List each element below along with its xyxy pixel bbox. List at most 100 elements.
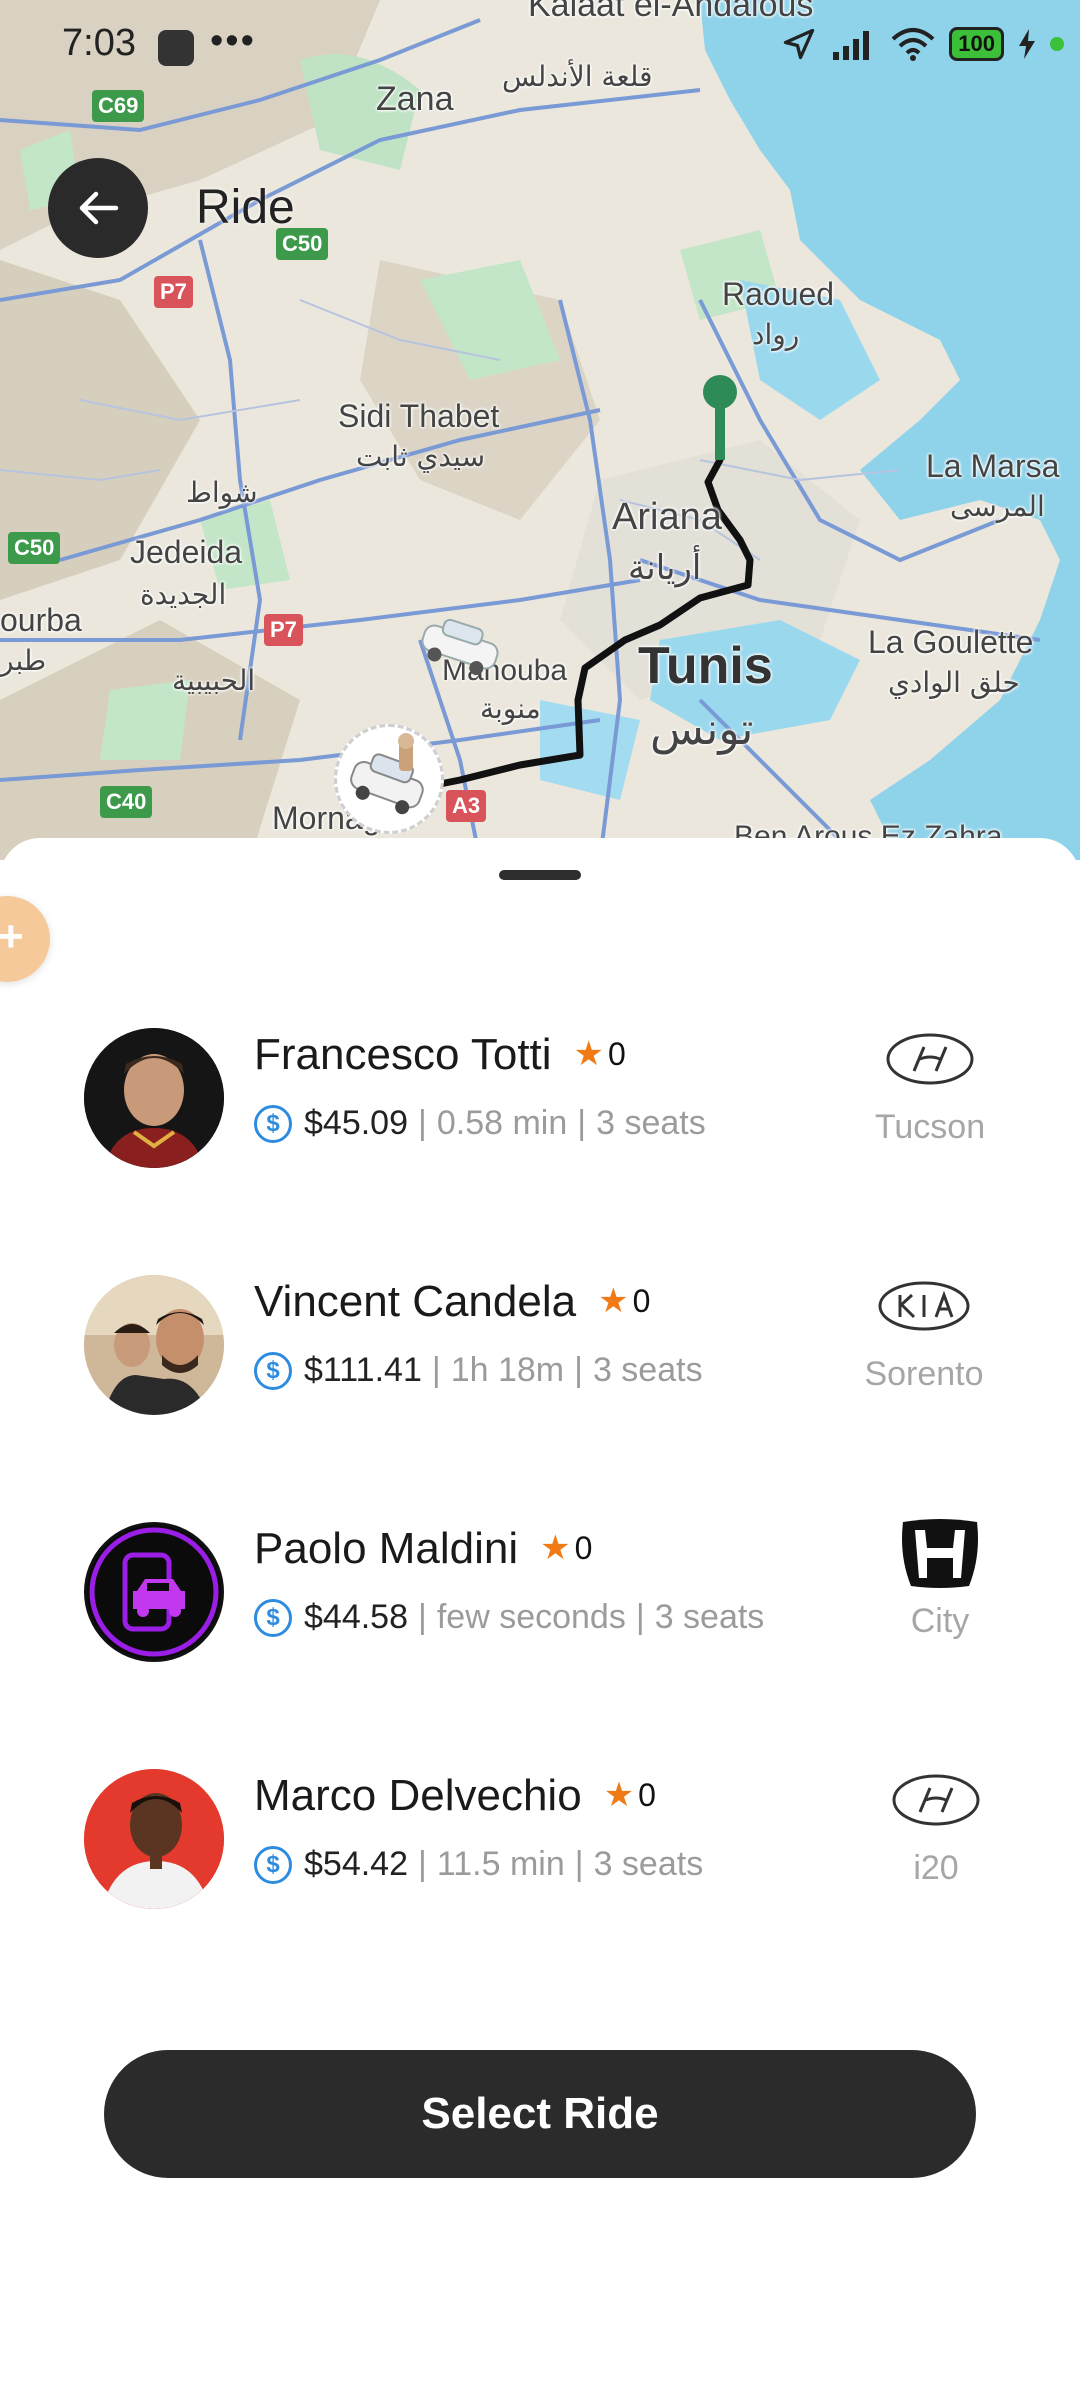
driver-row[interactable]: Paolo Maldini ★ 0 $ $44.58 | few seconds |… [0,1504,1080,1704]
map-label-habibia-ar: الحبيبية [172,664,256,697]
separator: | [577,1104,587,1142]
separator: | [431,1351,441,1389]
driver-name-text: Vincent Candela [254,1277,577,1326]
map-label-sidi-thabet-ar: سيدي ثابت [356,440,486,473]
driver-name: Vincent Candela ★ 0 [254,1277,650,1327]
honda-logo-icon [902,1519,978,1588]
driver-row[interactable]: Vincent Candela ★ 0 $ $111.41 | 1h 18m | 3… [0,1257,1080,1457]
map-label-sidi-thabet: Sidi Thabet [338,398,500,434]
price: $44.58 [304,1598,408,1636]
floating-action-button[interactable]: + [0,896,50,982]
car-info: Sorento [844,1271,1004,1394]
star-icon: ★ [573,1035,605,1073]
notification-icon [158,30,194,66]
eta: 0.58 min [436,1104,568,1142]
seats: 3 seats [592,1351,703,1389]
map-label-ariana: Ariana [612,496,722,538]
car-model: Sorento [864,1355,984,1393]
car-info: City [860,1518,1020,1641]
separator: | [418,1598,427,1636]
map-label-tebourba: ourba [0,602,82,638]
rating-value: 0 [638,1777,656,1813]
hyundai-logo-icon [886,1033,974,1085]
map-label-tunis: Tunis [638,637,773,695]
separator: | [574,1845,584,1883]
rating-value: 0 [574,1530,593,1566]
map-label-jedeida: Jedeida [130,534,243,570]
rating-value: 0 [632,1283,651,1319]
driver-name: Francesco Totti ★ 0 [254,1030,626,1080]
separator: | [635,1598,645,1636]
page-title: Ride [196,181,295,234]
dollar-icon: $ [254,1104,292,1143]
driver-photo [84,1769,224,1909]
back-button[interactable] [48,158,148,258]
road-shield: C50 [8,532,61,564]
trip-meta: $ $111.41 | 1h 18m | 3 seats [254,1351,703,1390]
wifi-icon [891,28,935,61]
map-label-la-marsa: La Marsa [926,448,1060,484]
more-notifications-icon: ••• [210,20,256,62]
map-canvas [0,0,1080,860]
arrow-left-icon [79,191,119,225]
trip-meta: $ $45.09 | 0.58 min | 3 seats [254,1104,706,1143]
drag-handle[interactable] [499,870,581,880]
car-model: Tucson [874,1108,986,1146]
signal-icon [833,31,870,60]
eta: 11.5 min [436,1845,565,1883]
eta: 1h 18m [450,1351,565,1389]
charging-icon [1019,29,1035,59]
driver-name: Paolo Maldini ★ 0 [254,1524,592,1574]
map-view[interactable]: Kalaat el-Andalous قلعة الأندلس Zana Rao… [0,0,1080,860]
price: $111.41 [304,1351,422,1389]
eta: few seconds [436,1598,626,1636]
map-label-raoued: Raoued [722,276,835,312]
car-info: Tucson [850,1024,1010,1147]
ride-options-sheet: + Francesco Totti ★ 0 $ $45.09 | 0.58 min … [0,838,1080,2400]
seats: 3 seats [593,1845,704,1883]
car-model: i20 [913,1849,959,1887]
map-label-la-marsa-ar: المرسى [950,490,1045,523]
car-marker-icon[interactable] [412,612,508,682]
map-label-la-goulette: La Goulette [868,624,1034,660]
dollar-icon: $ [254,1598,292,1637]
map-label-raoued-ar: رواد [752,318,800,351]
map-label-la-goulette-ar: حلق الوادي [888,666,1020,699]
battery-icon: 100 [949,27,1004,61]
price: $45.09 [304,1104,408,1142]
plus-icon: + [0,912,24,961]
driver-name-text: Paolo Maldini [254,1524,519,1573]
driver-row[interactable]: Marco Delvechio ★ 0 $ $54.42 | 11.5 min | … [0,1751,1080,1951]
car-marker-icon [350,733,424,815]
dollar-icon: $ [254,1845,292,1884]
map-label-ariana-ar: أريانة [628,548,702,588]
price: $54.42 [304,1845,408,1883]
app-logo-icon [89,1527,219,1657]
status-time: 7:03 [62,22,136,64]
trip-meta: $ $44.58 | few seconds | 3 seats [254,1598,764,1637]
status-bar: 7:03 ••• 100 [0,0,1080,96]
road-shield: C40 [100,786,153,818]
rating: ★ 0 [604,1775,656,1815]
road-shield: P7 [264,614,303,646]
hyundai-logo-icon [892,1774,980,1826]
rating: ★ 0 [540,1528,592,1568]
pickup-car-marker[interactable] [334,724,444,834]
avatar [84,1522,224,1662]
road-shield: P7 [154,276,193,308]
select-ride-button[interactable]: Select Ride [104,2050,976,2178]
driver-photo [84,1275,224,1415]
driver-row[interactable]: Francesco Totti ★ 0 $ $45.09 | 0.58 min | … [0,1010,1080,1210]
trip-meta: $ $54.42 | 11.5 min | 3 seats [254,1845,703,1884]
kia-logo-icon [878,1281,970,1331]
rating: ★ 0 [598,1281,650,1321]
road-shield: A3 [446,790,487,822]
avatar [84,1028,224,1168]
driver-name: Marco Delvechio ★ 0 [254,1771,656,1821]
star-icon: ★ [598,1282,629,1320]
car-info: i20 [856,1765,1016,1888]
car-model: City [910,1602,970,1640]
map-label-tunis-ar: تونس [650,704,754,755]
rating: ★ 0 [574,1034,626,1074]
separator: | [574,1351,583,1389]
